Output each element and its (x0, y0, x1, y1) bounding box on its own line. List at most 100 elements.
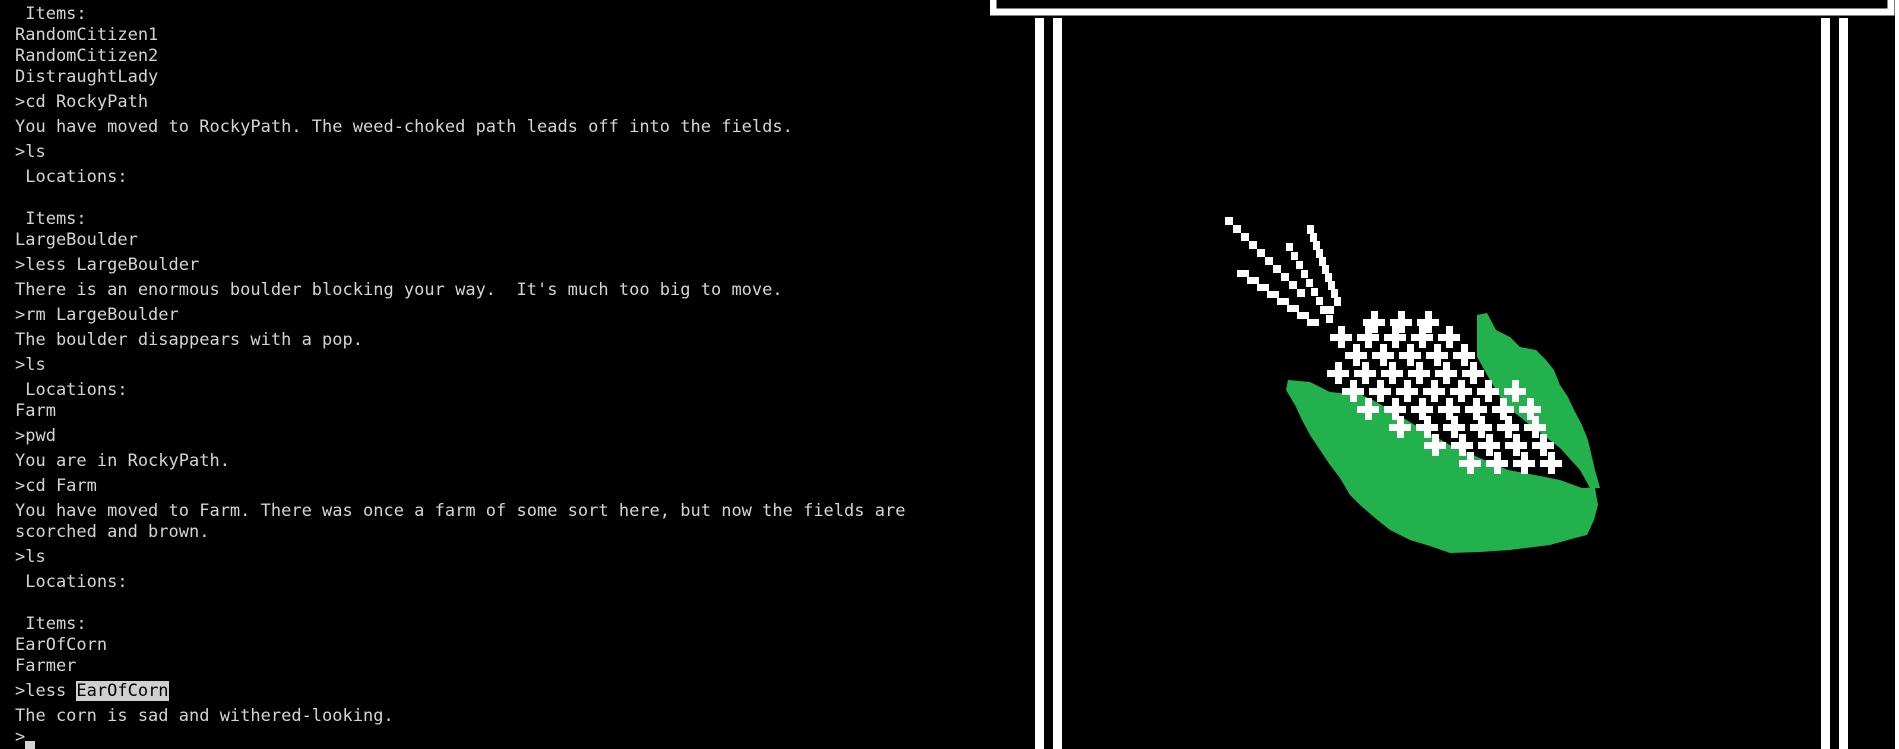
silk-pixel (1265, 257, 1273, 265)
silk-pixel (1325, 273, 1332, 282)
silk-pixel (1247, 277, 1259, 284)
silk-pixel (1306, 279, 1313, 287)
terminal-line: >less LargeBoulder (15, 255, 200, 275)
kernel-bar-v (1371, 311, 1378, 333)
terminal-line: Items: (15, 614, 87, 634)
silk-pixel (1307, 225, 1314, 234)
kernel-bar-v (1478, 416, 1485, 438)
kernel-bar-v (1446, 326, 1453, 348)
terminal-line: The boulder disappears with a pop. (15, 330, 363, 350)
kernel-bar-v (1486, 434, 1493, 456)
terminal-line: LargeBoulder (15, 230, 138, 250)
frame-right-outer (1839, 18, 1848, 749)
silk-pixel (1237, 270, 1249, 277)
terminal-line: >rm LargeBoulder (15, 305, 179, 325)
terminal-line: >ls (15, 547, 46, 567)
terminal-line: >ls (15, 142, 46, 162)
kernel-bar-v (1353, 344, 1360, 366)
terminal-line: RandomCitizen1 (15, 25, 159, 45)
terminal-lines: Items: RandomCitizen1 RandomCitizen2 Dis… (15, 4, 906, 749)
silk-pixel (1322, 265, 1329, 274)
silk-pixel (1307, 319, 1319, 326)
terminal-line: You have moved to RockyPath. The weed-ch… (15, 117, 793, 137)
kernel-bar-v (1505, 416, 1512, 438)
silk-pixel (1257, 249, 1265, 257)
kernel-bar-v (1407, 344, 1414, 366)
frame-top-bar (990, 0, 1895, 16)
kernel-bar-v (1362, 362, 1369, 384)
kernel-bar-v (1389, 362, 1396, 384)
kernel-bar-v (1443, 362, 1450, 384)
kernel-bar-v (1335, 362, 1342, 384)
silk-pixel (1267, 291, 1279, 298)
corn-silk (1225, 217, 1341, 326)
ascii-art-panel (990, 0, 1899, 749)
terminal-line: DistraughtLady (15, 67, 159, 87)
silk-pixel (1313, 241, 1320, 250)
frame-edge (1895, 0, 1899, 749)
silk-pixel (1301, 270, 1308, 278)
prompt: > (15, 727, 26, 747)
terminal-line: You are in RockyPath. (15, 451, 230, 471)
terminal-output[interactable]: Items: RandomCitizen1 RandomCitizen2 Dis… (0, 0, 1000, 749)
kernel-bar-v (1431, 380, 1438, 402)
terminal-input-line[interactable]: > (15, 727, 905, 749)
silk-pixel (1328, 281, 1335, 290)
kernel-bar-v (1485, 380, 1492, 402)
silk-pixel (1249, 241, 1257, 249)
kernel-bar-v (1365, 326, 1372, 348)
terminal-line: >pwd (15, 426, 56, 446)
terminal-line: RandomCitizen2 (15, 46, 159, 66)
kernel-bar-v (1377, 380, 1384, 402)
kernel-bar-v (1470, 362, 1477, 384)
kernel-bar-v (1404, 380, 1411, 402)
terminal-line: EarOfCorn (15, 635, 108, 655)
silk-pixel (1331, 289, 1338, 298)
kernel-bar-v (1512, 380, 1519, 402)
kernel-bar-v (1458, 380, 1465, 402)
text-cursor (25, 741, 36, 749)
kernel-bar-v (1380, 344, 1387, 366)
silk-pixel (1311, 288, 1318, 296)
silk-pixel (1289, 281, 1297, 289)
silk-pixel (1277, 298, 1289, 305)
kernel-bar-v (1467, 452, 1474, 474)
frame-right-inner (1821, 18, 1830, 749)
kernel-bar-v (1459, 434, 1466, 456)
silk-pixel (1225, 217, 1233, 225)
kernel-bar-v (1398, 311, 1405, 333)
silk-pixel (1257, 284, 1269, 291)
kernel-bar-v (1397, 416, 1404, 438)
silk-pixel (1316, 249, 1323, 258)
kernel-bar-v (1432, 434, 1439, 456)
terminal-line: >ls (15, 355, 46, 375)
silk-pixel (1233, 225, 1241, 233)
silk-pixel (1286, 243, 1293, 251)
silk-pixel (1287, 305, 1299, 312)
selected-text[interactable]: EarOfCorn (76, 681, 169, 701)
corn-art-canvas (990, 0, 1899, 749)
terminal-line: Locations: (15, 380, 128, 400)
kernel-bar-v (1434, 344, 1441, 366)
silk-pixel (1291, 252, 1298, 260)
terminal-line: Farmer (15, 656, 77, 676)
kernel-bar-v (1461, 344, 1468, 366)
kernel-bar-v (1338, 326, 1345, 348)
kernel-bar-v (1392, 326, 1399, 348)
kernel-bar-v (1494, 452, 1501, 474)
silk-pixel (1334, 297, 1341, 306)
silk-pixel (1297, 312, 1309, 319)
frame-left-outer (1035, 18, 1044, 749)
terminal-line: There is an enormous boulder blocking yo… (15, 280, 783, 300)
kernel-bar-v (1521, 452, 1528, 474)
silk-pixel (1319, 257, 1326, 266)
kernel-bar-v (1424, 416, 1431, 438)
terminal-command-line: >less EarOfCorn (15, 681, 905, 702)
terminal-line: You have moved to Farm. There was once a… (15, 501, 906, 521)
terminal-line: Items: (15, 4, 87, 24)
silk-pixel (1273, 265, 1281, 273)
terminal-line: Locations: (15, 167, 128, 187)
silk-pixel (1296, 261, 1303, 269)
